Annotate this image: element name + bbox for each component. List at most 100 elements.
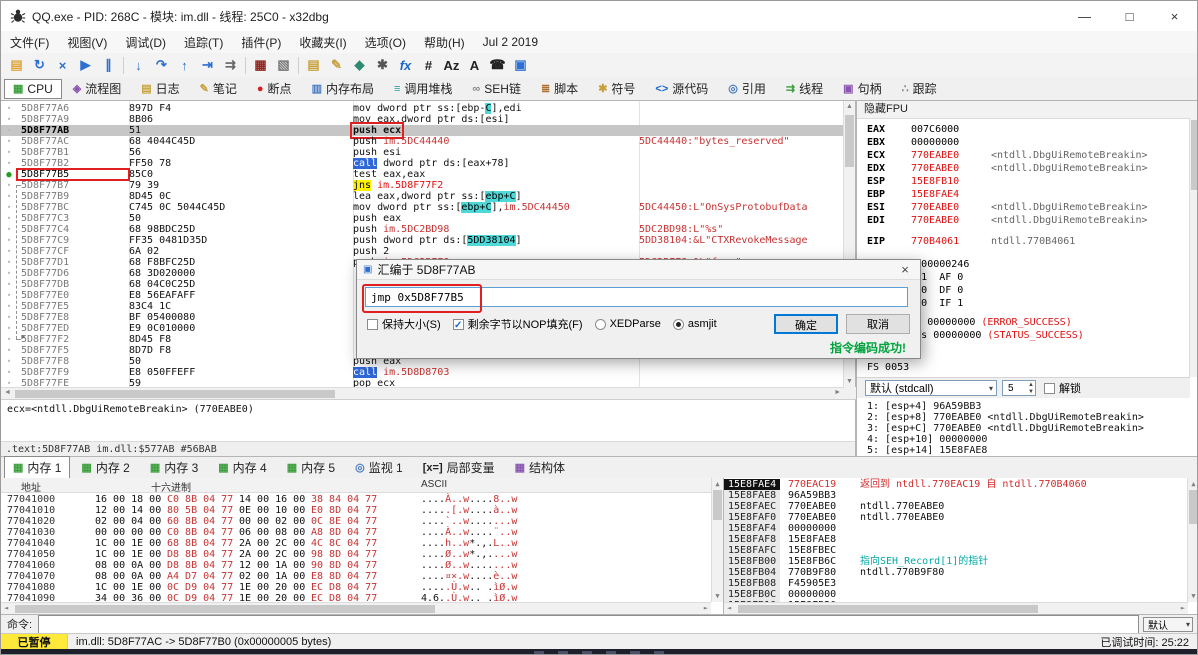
dump-vertical-scrollbar[interactable]: ▲ ▼	[711, 478, 723, 602]
disasm-row[interactable]: • 5D8F77B7 79 39 jns im.5D8F77F2	[1, 180, 844, 191]
dump-row[interactable]: 77041030 00 00 00 00 C0 8B 04 77 06 00 08 0…	[1, 527, 711, 538]
dump-row[interactable]: 77041000 16 00 18 00 C0 8B 04 77 14 00 16 0…	[1, 494, 711, 505]
dump-row[interactable]: 77041070 08 00 0A 00 A4 D7 04 77 02 00 1A 0…	[1, 571, 711, 582]
phone-icon[interactable]: ☎	[486, 55, 509, 75]
scroll-up-arrow[interactable]: ▲	[844, 103, 855, 110]
scrollbar-thumb[interactable]	[738, 605, 1038, 613]
gutter-dot[interactable]: •	[1, 136, 17, 147]
registers-scrollbar[interactable]	[1189, 118, 1197, 377]
stack-row[interactable]: 15E8FAE8 96A59BB3	[724, 490, 1188, 501]
assemble-instruction-input[interactable]	[365, 287, 908, 307]
stack-row[interactable]: 15E8FAE4 770EAC19 返回到 ntdll.770EAC19 自 ntd…	[724, 479, 1188, 490]
tab-call-stack[interactable]: ≡ 调用堆栈	[385, 77, 461, 100]
disasm-address[interactable]: 5D8F77F8	[17, 356, 129, 367]
gutter-dot[interactable]: •	[1, 246, 17, 257]
disasm-address[interactable]: 5D8F77DB	[17, 279, 129, 290]
gutter-dot[interactable]: •	[1, 235, 17, 246]
tab-dump-4[interactable]: ▦ 内存 4	[209, 456, 275, 479]
pause-icon[interactable]: ∥	[97, 55, 120, 75]
memory-dump-view[interactable]: 地址 十六进制 ASCII 77041000 16 00 18 00 C0 8B 0…	[1, 478, 723, 614]
gutter-dot[interactable]: •	[1, 323, 17, 334]
tab-locals[interactable]: [x=] 局部变量	[414, 456, 504, 479]
fx-icon[interactable]: fx	[394, 55, 417, 75]
ok-button[interactable]: 确定	[774, 314, 838, 334]
window-icon[interactable]: ▣	[509, 55, 532, 75]
tab-dump-1[interactable]: ▦ 内存 1	[4, 456, 71, 479]
tab-struct[interactable]: ▦ 结构体	[506, 456, 574, 479]
register-eip[interactable]: EIP 770B4061 ntdll.770B4061	[867, 235, 1197, 248]
disasm-row[interactable]: • 5D8F77A9 8B06 mov eax,dword ptr ds:[esi]	[1, 114, 844, 125]
stack-row[interactable]: 15E8FAF4 00000000	[724, 523, 1188, 534]
taskbar-icon[interactable]	[654, 651, 664, 654]
disasm-address[interactable]: 5D8F77F5	[17, 345, 129, 356]
gutter-dot[interactable]: •	[1, 224, 17, 235]
tab-symbols[interactable]: ✱ 符号	[589, 77, 644, 100]
disasm-row[interactable]: • 5D8F77C3 50 push eax	[1, 213, 844, 224]
dump-row[interactable]: 77041080 1C 00 1E 00 0C D9 04 77 1E 00 20 0…	[1, 582, 711, 593]
shield-icon[interactable]: ◆	[348, 55, 371, 75]
patch-icon[interactable]: ▦	[249, 55, 272, 75]
run-icon[interactable]: ▶	[74, 55, 97, 75]
keep-size-checkbox[interactable]: 保持大小(S)	[367, 316, 441, 332]
disasm-address[interactable]: 5D8F77F9	[17, 367, 129, 378]
scroll-down-arrow[interactable]: ▼	[1188, 592, 1197, 600]
disasm-address[interactable]: 5D8F77E5	[17, 301, 129, 312]
stack-view[interactable]: 15E8FAE4 770EAC19 返回到 ntdll.770EAC19 自 ntd…	[723, 478, 1197, 614]
menu-trace[interactable]: 追踪(T)	[175, 31, 232, 54]
tab-notes[interactable]: ✎ 笔记	[191, 77, 246, 100]
log-icon[interactable]: ▤	[302, 55, 325, 75]
register-ecx[interactable]: ECX 770EABE0 <ntdll.DbgUiRemoteBreakin>	[867, 149, 1197, 162]
gutter-dot[interactable]: •	[1, 290, 17, 301]
disasm-address[interactable]: 5D8F77E8	[17, 312, 129, 323]
scrollbar-thumb[interactable]	[713, 490, 722, 520]
gutter-dot[interactable]: •	[1, 114, 17, 125]
scroll-down-arrow[interactable]: ▼	[712, 592, 723, 600]
gutter-dot[interactable]: •	[1, 158, 17, 169]
taskbar-icon[interactable]	[558, 651, 568, 654]
stack-row[interactable]: 15E8FAEC 770EABE0 ntdll.770EABE0	[724, 501, 1188, 512]
disasm-address[interactable]: 5D8F77F2	[17, 334, 129, 345]
titlebar[interactable]: QQ.exe - PID: 268C - 模块: im.dll - 线程: 25…	[1, 1, 1197, 32]
disasm-row[interactable]: • 5D8F77B9 8D45 0C lea eax,dword ptr ss:[eb…	[1, 191, 844, 202]
tab-dump-2[interactable]: ▦ 内存 2	[72, 456, 138, 479]
dump-row[interactable]: 77041060 08 00 0A 00 D8 8B 04 77 12 00 1A 0…	[1, 560, 711, 571]
register-esp[interactable]: ESP 15E8FB10	[867, 175, 1197, 188]
comment-icon[interactable]: ▧	[272, 55, 295, 75]
tab-references[interactable]: ◎ 引用	[719, 77, 775, 100]
disasm-address[interactable]: 5D8F77D1	[17, 257, 129, 268]
disasm-address[interactable]: 5D8F77BC	[17, 202, 129, 213]
tab-dump-5[interactable]: ▦ 内存 5	[278, 456, 344, 479]
segment-fs[interactable]: FS 0053	[867, 361, 1197, 374]
gutter-dot[interactable]: •	[1, 334, 17, 345]
restart-icon[interactable]: ↻	[28, 55, 51, 75]
gutter-dot[interactable]: •	[1, 125, 17, 136]
disasm-row[interactable]: ● 5D8F77B5 85C0 test eax,eax	[1, 168, 844, 181]
register-edi[interactable]: EDI 770EABE0 <ntdll.DbgUiRemoteBreakin>	[867, 214, 1197, 227]
disasm-address[interactable]: 5D8F77CF	[17, 246, 129, 257]
disasm-address[interactable]: 5D8F77FE	[17, 378, 129, 387]
call-argument[interactable]: 3: [esp+C] 770EABE0 <ntdll.DbgUiRemoteBr…	[867, 423, 1144, 434]
tab-watch-1[interactable]: ◎ 监视 1	[346, 456, 412, 479]
call-argument[interactable]: 2: [esp+8] 770EABE0 <ntdll.DbgUiRemoteBr…	[867, 412, 1144, 423]
gutter-dot[interactable]: •	[1, 103, 17, 114]
tab-breakpoints[interactable]: ● 断点	[248, 77, 301, 100]
scroll-left-arrow[interactable]: ◄	[4, 389, 11, 396]
disasm-address[interactable]: 5D8F77C4	[17, 224, 129, 235]
menu-options[interactable]: 选项(O)	[356, 31, 415, 54]
stack-row[interactable]: 15E8FAF0 770EABE0 ntdll.770EABE0	[724, 512, 1188, 523]
taskbar-icon[interactable]	[582, 651, 592, 654]
tab-log[interactable]: ▤ 日志	[132, 77, 188, 100]
stop-icon[interactable]: ×	[51, 55, 74, 75]
argument-count-spinner[interactable]: 5 ▲ ▼	[1002, 380, 1036, 396]
scrollbar-thumb[interactable]	[845, 115, 854, 167]
windows-taskbar[interactable]	[1, 649, 1197, 654]
scroll-down-arrow[interactable]: ▼	[844, 378, 855, 385]
tab-handles[interactable]: ▣ 句柄	[834, 77, 890, 100]
stack-row[interactable]: 15E8FAF8 15E8FAE8	[724, 534, 1188, 545]
gutter-dot[interactable]: •	[1, 279, 17, 290]
gutter-dot[interactable]: •	[1, 312, 17, 323]
stack-vertical-scrollbar[interactable]: ▲ ▼	[1187, 478, 1197, 602]
disasm-row[interactable]: • 5D8F77C9 FF35 0481D35D push dword ptr ds:…	[1, 235, 844, 246]
disasm-address[interactable]: 5D8F77B9	[17, 191, 129, 202]
scroll-right-arrow[interactable]: ►	[704, 604, 708, 612]
